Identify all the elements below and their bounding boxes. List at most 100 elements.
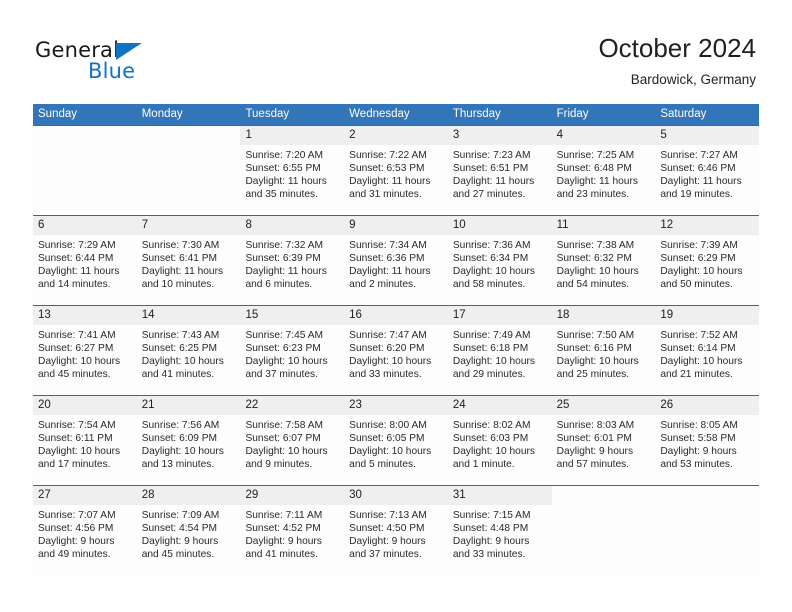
- daylight-text-cont: and 14 minutes.: [38, 279, 111, 291]
- day-number: 19: [655, 306, 760, 325]
- weekday-header-thursday: Thursday: [452, 108, 501, 120]
- daylight-text-cont: and 54 minutes.: [556, 279, 630, 291]
- day-cell[interactable]: 15 Sunrise: 7:45 AM Sunset: 6:23 PM Dayl…: [240, 306, 345, 395]
- day-cell[interactable]: 10 Sunrise: 7:36 AM Sunset: 6:34 PM Dayl…: [447, 216, 552, 305]
- sunset-text: Sunset: 4:50 PM: [349, 523, 425, 535]
- day-info: Sunrise: 7:29 AM Sunset: 6:44 PM Dayligh…: [33, 235, 137, 291]
- day-number: 1: [240, 126, 345, 145]
- day-info: Sunrise: 7:32 AM Sunset: 6:39 PM Dayligh…: [240, 235, 344, 291]
- day-cell[interactable]: 29 Sunrise: 7:11 AM Sunset: 4:52 PM Dayl…: [240, 486, 345, 575]
- day-info: Sunrise: 7:50 AM Sunset: 6:16 PM Dayligh…: [552, 325, 656, 381]
- daylight-text-cont: and 17 minutes.: [38, 459, 111, 471]
- day-cell[interactable]: 16 Sunrise: 7:47 AM Sunset: 6:20 PM Dayl…: [344, 306, 448, 395]
- daylight-text-cont: and 9 minutes.: [245, 459, 313, 471]
- day-cell[interactable]: 30 Sunrise: 7:13 AM Sunset: 4:50 PM Dayl…: [344, 486, 448, 575]
- sunset-text: Sunset: 6:18 PM: [452, 343, 529, 355]
- daylight-text: Daylight: 10 hours: [556, 266, 639, 278]
- daylight-text-cont: and 2 minutes.: [349, 279, 416, 291]
- day-cell[interactable]: 25 Sunrise: 8:03 AM Sunset: 6:01 PM Dayl…: [551, 396, 656, 485]
- general-blue-logo[interactable]: General Blue: [35, 38, 195, 88]
- daylight-text-cont: and 33 minutes.: [452, 549, 526, 561]
- day-cell[interactable]: 13 Sunrise: 7:41 AM Sunset: 6:27 PM Dayl…: [33, 306, 137, 395]
- sunset-text: Sunset: 6:36 PM: [349, 253, 425, 265]
- weekday-header-monday: Monday: [141, 108, 183, 120]
- daylight-text: Daylight: 10 hours: [141, 446, 224, 458]
- week-row: 20 Sunrise: 7:54 AM Sunset: 6:11 PM Dayl…: [33, 395, 760, 485]
- day-cell[interactable]: 31 Sunrise: 7:15 AM Sunset: 4:48 PM Dayl…: [447, 486, 552, 575]
- day-cell[interactable]: 4 Sunrise: 7:25 AM Sunset: 6:48 PM Dayli…: [551, 126, 656, 215]
- day-number: 10: [447, 216, 552, 235]
- daylight-text-cont: and 1 minute.: [452, 459, 515, 471]
- daylight-text: Daylight: 10 hours: [141, 356, 224, 368]
- sunset-text: Sunset: 6:34 PM: [452, 253, 529, 265]
- day-cell[interactable]: 2 Sunrise: 7:22 AM Sunset: 6:53 PM Dayli…: [344, 126, 448, 215]
- day-cell[interactable]: 1 Sunrise: 7:20 AM Sunset: 6:55 PM Dayli…: [240, 126, 345, 215]
- daylight-text: Daylight: 10 hours: [452, 446, 535, 458]
- location-subtitle: Bardowick, Germany: [630, 72, 756, 87]
- day-info: Sunrise: 7:22 AM Sunset: 6:53 PM Dayligh…: [344, 145, 448, 201]
- daylight-text-cont: and 31 minutes.: [349, 189, 422, 201]
- sunrise-text: Sunrise: 7:15 AM: [452, 510, 531, 521]
- triangle-icon: [116, 43, 142, 60]
- day-cell[interactable]: 28 Sunrise: 7:09 AM Sunset: 4:54 PM Dayl…: [136, 486, 241, 575]
- day-cell[interactable]: 12 Sunrise: 7:39 AM Sunset: 6:29 PM Dayl…: [655, 216, 760, 305]
- daylight-text: Daylight: 11 hours: [349, 266, 431, 278]
- day-info: Sunrise: 7:38 AM Sunset: 6:32 PM Dayligh…: [552, 235, 656, 291]
- day-cell[interactable]: 6 Sunrise: 7:29 AM Sunset: 6:44 PM Dayli…: [33, 216, 137, 305]
- daylight-text: Daylight: 11 hours: [141, 266, 224, 278]
- daylight-text-cont: and 41 minutes.: [245, 549, 318, 561]
- sunset-text: Sunset: 4:52 PM: [245, 523, 321, 535]
- day-cell[interactable]: 5 Sunrise: 7:27 AM Sunset: 6:46 PM Dayli…: [655, 126, 760, 215]
- day-cell[interactable]: 21 Sunrise: 7:56 AM Sunset: 6:09 PM Dayl…: [136, 396, 241, 485]
- page-header: General Blue October 2024 Bardowick, Ger…: [0, 0, 792, 104]
- daylight-text-cont: and 45 minutes.: [141, 549, 215, 561]
- sunset-text: Sunset: 6:39 PM: [245, 253, 321, 265]
- day-cell[interactable]: 26 Sunrise: 8:05 AM Sunset: 5:58 PM Dayl…: [655, 396, 760, 485]
- day-cell: [33, 126, 137, 215]
- daylight-text: Daylight: 9 hours: [38, 536, 115, 548]
- daylight-text: Daylight: 9 hours: [660, 446, 737, 458]
- sunrise-text: Sunrise: 8:02 AM: [452, 420, 531, 431]
- daylight-text-cont: and 19 minutes.: [660, 189, 733, 201]
- calendar-page: General Blue October 2024 Bardowick, Ger…: [0, 0, 792, 612]
- day-cell[interactable]: 27 Sunrise: 7:07 AM Sunset: 4:56 PM Dayl…: [33, 486, 137, 575]
- daylight-text-cont: and 13 minutes.: [141, 459, 215, 471]
- day-cell[interactable]: 17 Sunrise: 7:49 AM Sunset: 6:18 PM Dayl…: [447, 306, 552, 395]
- day-cell[interactable]: 11 Sunrise: 7:38 AM Sunset: 6:32 PM Dayl…: [551, 216, 656, 305]
- sunrise-text: Sunrise: 7:58 AM: [245, 420, 324, 431]
- week-row: 6 Sunrise: 7:29 AM Sunset: 6:44 PM Dayli…: [33, 215, 760, 305]
- day-number: 26: [655, 396, 760, 415]
- daylight-text-cont: and 33 minutes.: [349, 369, 422, 381]
- sunrise-text: Sunrise: 7:07 AM: [38, 510, 116, 521]
- sunrise-text: Sunrise: 7:09 AM: [141, 510, 220, 521]
- day-cell[interactable]: 3 Sunrise: 7:23 AM Sunset: 6:51 PM Dayli…: [447, 126, 552, 215]
- sunset-text: Sunset: 6:51 PM: [452, 163, 529, 175]
- day-cell[interactable]: 8 Sunrise: 7:32 AM Sunset: 6:39 PM Dayli…: [240, 216, 345, 305]
- day-cell[interactable]: 19 Sunrise: 7:52 AM Sunset: 6:14 PM Dayl…: [655, 306, 760, 395]
- day-cell[interactable]: 7 Sunrise: 7:30 AM Sunset: 6:41 PM Dayli…: [136, 216, 241, 305]
- sunset-text: Sunset: 6:25 PM: [141, 343, 218, 355]
- day-info: Sunrise: 7:47 AM Sunset: 6:20 PM Dayligh…: [344, 325, 448, 381]
- day-cell[interactable]: 9 Sunrise: 7:34 AM Sunset: 6:36 PM Dayli…: [344, 216, 448, 305]
- sunset-text: Sunset: 6:11 PM: [38, 433, 113, 445]
- daylight-text: Daylight: 11 hours: [556, 176, 638, 188]
- day-cell[interactable]: 23 Sunrise: 8:00 AM Sunset: 6:05 PM Dayl…: [344, 396, 448, 485]
- sunrise-text: Sunrise: 7:38 AM: [556, 240, 635, 251]
- day-cell[interactable]: 20 Sunrise: 7:54 AM Sunset: 6:11 PM Dayl…: [33, 396, 137, 485]
- sunset-text: Sunset: 4:54 PM: [141, 523, 218, 535]
- sunrise-text: Sunrise: 7:49 AM: [452, 330, 531, 341]
- daylight-text: Daylight: 9 hours: [245, 536, 322, 548]
- daylight-text: Daylight: 11 hours: [245, 176, 327, 188]
- day-cell[interactable]: 14 Sunrise: 7:43 AM Sunset: 6:25 PM Dayl…: [136, 306, 241, 395]
- day-number: 31: [447, 486, 552, 505]
- day-number: [655, 486, 759, 505]
- day-cell[interactable]: 24 Sunrise: 8:02 AM Sunset: 6:03 PM Dayl…: [447, 396, 552, 485]
- daylight-text: Daylight: 9 hours: [349, 536, 426, 548]
- daylight-text: Daylight: 11 hours: [245, 266, 327, 278]
- day-number: 12: [655, 216, 760, 235]
- day-info: Sunrise: 7:13 AM Sunset: 4:50 PM Dayligh…: [344, 505, 448, 561]
- day-cell[interactable]: 22 Sunrise: 7:58 AM Sunset: 6:07 PM Dayl…: [240, 396, 345, 485]
- day-number: 18: [551, 306, 656, 325]
- day-cell[interactable]: 18 Sunrise: 7:50 AM Sunset: 6:16 PM Dayl…: [551, 306, 656, 395]
- day-info: Sunrise: 7:34 AM Sunset: 6:36 PM Dayligh…: [344, 235, 448, 291]
